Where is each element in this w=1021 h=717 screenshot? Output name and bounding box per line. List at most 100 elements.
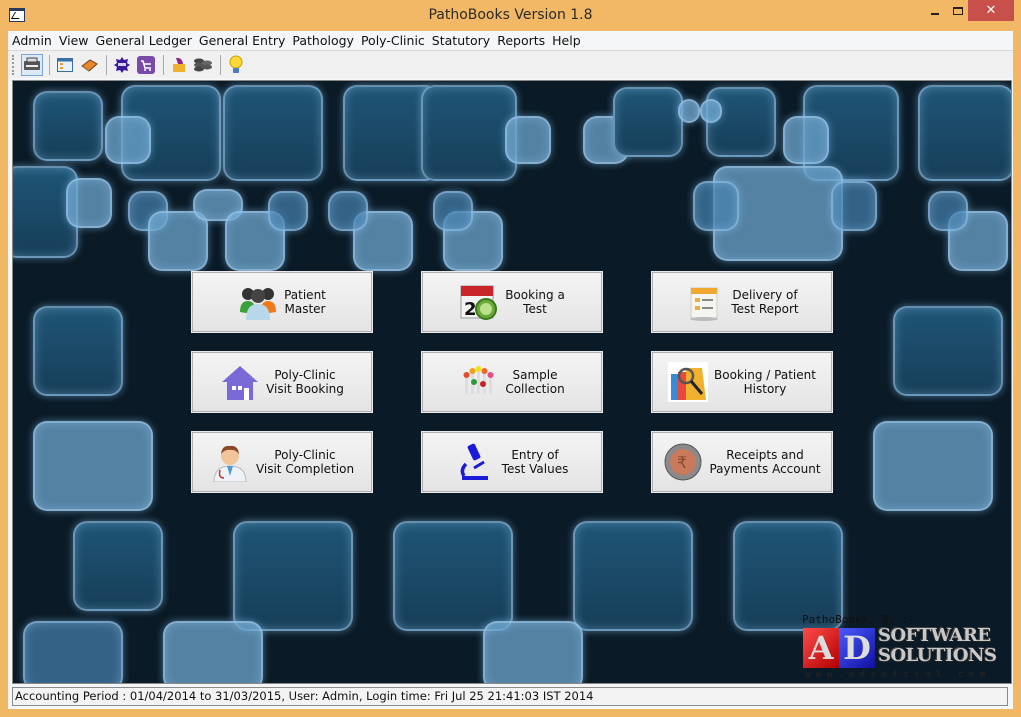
badge-icon (114, 56, 130, 73)
button-label: Poly-Clinic Visit Booking (266, 368, 344, 396)
bg-tile (893, 306, 1003, 396)
button-label: Sample Collection (505, 368, 565, 396)
bg-tile (33, 421, 153, 511)
toolbar-separator (106, 54, 107, 75)
menu-help[interactable]: Help (552, 33, 581, 48)
receipts-payments-button[interactable]: ₹ Receipts and Payments Account (651, 431, 833, 493)
cart-button[interactable] (135, 54, 157, 76)
bg-tile (33, 306, 123, 396)
button-label: Poly-Clinic Visit Completion (255, 448, 355, 476)
sample-collection-button[interactable]: Sample Collection (421, 351, 603, 413)
patient-history-button[interactable]: Booking / Patient History (651, 351, 833, 413)
bg-tile (483, 621, 583, 683)
menu-general-ledger[interactable]: General Ledger (96, 33, 192, 48)
calendar-clock-icon: 2 (459, 282, 499, 322)
minimize-button[interactable] (922, 0, 948, 21)
coins-button[interactable] (192, 54, 214, 76)
layout-button[interactable] (54, 54, 76, 76)
bg-tile (873, 421, 993, 511)
logo-letter-a: A (803, 628, 839, 668)
bg-tile (148, 211, 208, 271)
bg-tile (163, 621, 263, 683)
bg-tile (573, 521, 693, 631)
ledger-button[interactable] (78, 54, 100, 76)
bg-tile (928, 191, 968, 231)
minimize-icon (931, 12, 939, 15)
badge-button[interactable] (111, 54, 133, 76)
bg-tile (831, 181, 877, 231)
client-area: Admin View General Ledger General Entry … (8, 31, 1013, 709)
button-label: Delivery of Test Report (731, 288, 799, 316)
toolbar-separator (163, 54, 164, 75)
button-label: Booking / Patient History (714, 368, 816, 396)
maximize-button[interactable] (948, 0, 968, 21)
window-title: PathoBooks Version 1.8 (428, 7, 593, 23)
bg-tile (433, 191, 473, 231)
bg-tile (73, 521, 163, 611)
bg-tile (693, 181, 739, 231)
bg-tile (613, 87, 683, 157)
logo-letter-d: D (839, 628, 875, 668)
print-button[interactable] (21, 53, 43, 76)
menu-pathology[interactable]: Pathology (292, 33, 354, 48)
logo-line-solutions: SOLUTIONS (878, 645, 997, 666)
toolbar-grip[interactable] (12, 54, 15, 75)
maximize-icon (953, 6, 963, 15)
bg-tile (918, 85, 1011, 181)
menu-view[interactable]: View (59, 33, 89, 48)
lightbulb-icon (229, 55, 243, 73)
menu-general-entry[interactable]: General Entry (199, 33, 286, 48)
coins-stack-icon (194, 58, 212, 71)
wallet-button[interactable] (168, 54, 190, 76)
company-logo: A D SOFTWARE SOLUTIONS www.adsoftsol.com (803, 626, 1003, 683)
bg-tile (783, 116, 829, 164)
folders-magnifier-icon (668, 362, 709, 402)
bg-tile (223, 85, 323, 181)
wallet-icon (173, 57, 185, 72)
bg-tile (268, 191, 308, 231)
menu-statutory[interactable]: Statutory (432, 33, 490, 48)
close-icon: ✕ (985, 3, 997, 18)
logo-url: www.adsoftsol.com (805, 670, 991, 680)
bg-tile (23, 621, 123, 683)
button-label: Receipts and Payments Account (709, 448, 821, 476)
test-values-button[interactable]: Entry of Test Values (421, 431, 603, 493)
bg-tile (700, 99, 722, 123)
toolbar (8, 50, 1013, 78)
report-document-icon (685, 282, 725, 322)
booking-test-button[interactable]: 2 Booking a Test (421, 271, 603, 333)
bg-tile (328, 191, 368, 231)
menu-bar: Admin View General Ledger General Entry … (8, 31, 1013, 50)
button-label: Entry of Test Values (501, 448, 569, 476)
svg-text:₹: ₹ (677, 453, 687, 472)
toolbar-separator (220, 54, 221, 75)
menu-reports[interactable]: Reports (497, 33, 545, 48)
patient-master-button[interactable]: Patient Master (191, 271, 373, 333)
status-bar: Accounting Period : 01/04/2014 to 31/03/… (12, 687, 1008, 706)
close-button[interactable]: ✕ (968, 0, 1014, 21)
bg-tile (105, 116, 151, 164)
bg-tile (505, 116, 551, 164)
visit-completion-button[interactable]: Poly-Clinic Visit Completion (191, 431, 373, 493)
bg-tile (678, 99, 700, 123)
logo-wordmark: SOFTWARE SOLUTIONS (878, 626, 997, 666)
house-icon (220, 362, 260, 402)
menu-poly-clinic[interactable]: Poly-Clinic (361, 33, 425, 48)
bg-tile (706, 87, 776, 157)
title-bar: PathoBooks Version 1.8 ✕ (0, 0, 1021, 31)
bg-tile (421, 85, 517, 181)
rupee-coin-icon: ₹ (663, 442, 703, 482)
logo-line-software: SOFTWARE (878, 625, 991, 646)
patients-icon (238, 282, 278, 322)
doctor-icon (210, 442, 250, 482)
button-label: Patient Master (284, 288, 326, 316)
microscope-icon (456, 442, 496, 482)
bg-tile (33, 91, 103, 161)
menu-admin[interactable]: Admin (12, 33, 52, 48)
delivery-report-button[interactable]: Delivery of Test Report (651, 271, 833, 333)
button-label: Booking a Test (505, 288, 565, 316)
ledger-book-icon (81, 58, 98, 72)
toolbar-separator (49, 54, 50, 75)
visit-booking-button[interactable]: Poly-Clinic Visit Booking (191, 351, 373, 413)
tips-button[interactable] (225, 54, 247, 76)
